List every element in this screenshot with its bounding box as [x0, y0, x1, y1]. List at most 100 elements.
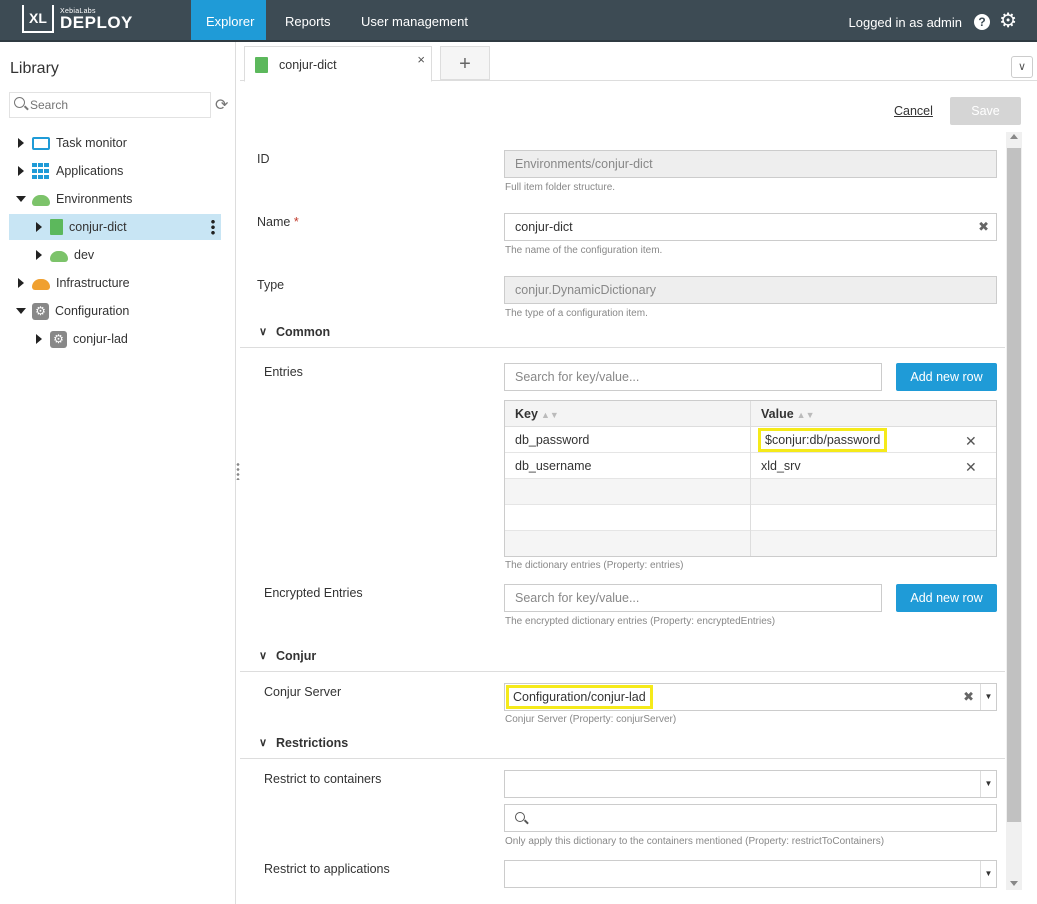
- id-field: Environments/conjur-dict: [504, 150, 997, 178]
- sort-icon: ▲▼: [796, 410, 815, 420]
- entries-help: The dictionary entries (Property: entrie…: [505, 560, 684, 571]
- tree-item-label: Applications: [56, 164, 124, 178]
- name-help: The name of the configuration item.: [505, 245, 663, 256]
- section-restrictions[interactable]: ∨ Restrictions: [240, 733, 1005, 759]
- scroll-thumb[interactable]: [1007, 148, 1021, 822]
- encrypted-entries-label: Encrypted Entries: [264, 586, 363, 600]
- dictionary-icon: [50, 219, 63, 235]
- chevron-down-icon: ∨: [259, 650, 268, 662]
- expand-arrow-icon[interactable]: [18, 278, 24, 288]
- name-field[interactable]: conjur-dict ✖: [504, 213, 997, 241]
- close-icon[interactable]: ×: [417, 52, 425, 67]
- dictionary-icon: [255, 57, 268, 73]
- section-title: Common: [276, 325, 331, 339]
- tree-item-label: Configuration: [55, 304, 130, 318]
- conjur-server-select[interactable]: Configuration/conjur-lad ✖ ▼: [504, 683, 997, 711]
- restrict-containers-label: Restrict to containers: [264, 772, 382, 786]
- gear-icon: ⚙: [50, 330, 67, 348]
- tab-bar: conjur-dict × + ∨: [240, 42, 1037, 82]
- restrict-applications-select[interactable]: ▼: [504, 860, 997, 888]
- section-conjur[interactable]: ∨ Conjur: [240, 646, 1005, 672]
- tab-conjur-dict[interactable]: conjur-dict ×: [244, 46, 432, 82]
- expand-arrow-icon[interactable]: [18, 138, 24, 148]
- restrict-containers-help: Only apply this dictionary to the contai…: [505, 836, 885, 847]
- tree-item-environments[interactable]: Environments: [16, 186, 132, 212]
- collapse-arrow-icon[interactable]: [16, 308, 26, 314]
- nav-user-management[interactable]: User management: [346, 0, 483, 40]
- scroll-down-icon[interactable]: [1010, 881, 1018, 886]
- entry-value-highlighted[interactable]: $conjur:db/password: [755, 428, 890, 452]
- tree-item-conjur-dict[interactable]: conjur-dict: [9, 214, 221, 240]
- tree-item-applications[interactable]: Applications: [18, 158, 123, 184]
- add-entry-row-button[interactable]: Add new row: [896, 363, 997, 391]
- add-encrypted-row-button[interactable]: Add new row: [896, 584, 997, 612]
- tree-item-configuration[interactable]: ⚙ Configuration: [16, 298, 129, 324]
- tab-label: conjur-dict: [279, 58, 337, 72]
- monitor-icon: [32, 136, 50, 150]
- tree-item-dev[interactable]: dev: [36, 242, 94, 268]
- encrypted-entries-search-input[interactable]: Search for key/value...: [504, 584, 882, 612]
- help-icon[interactable]: ?: [974, 14, 990, 30]
- save-button[interactable]: Save: [950, 97, 1021, 125]
- entries-table: Key ▲▼ Value ▲▼ db_password $conjur:db/pas…: [504, 400, 997, 557]
- entries-search-input[interactable]: Search for key/value...: [504, 363, 882, 391]
- logo-mark: XL: [22, 5, 54, 33]
- type-help: The type of a configuration item.: [505, 308, 648, 319]
- dropdown-arrow-icon[interactable]: ▼: [980, 771, 996, 797]
- expand-arrow-icon[interactable]: [18, 166, 24, 176]
- more-options-icon[interactable]: [211, 219, 215, 235]
- type-field: conjur.DynamicDictionary: [504, 276, 997, 304]
- restrict-containers-search[interactable]: [504, 804, 997, 832]
- cancel-link[interactable]: Cancel: [894, 104, 933, 118]
- app-logo[interactable]: XL XebiaLabs DEPLOY: [22, 5, 133, 33]
- nav-explorer[interactable]: Explorer: [191, 0, 266, 40]
- expand-arrow-icon[interactable]: [36, 250, 42, 260]
- refresh-icon[interactable]: ⟳: [215, 95, 228, 115]
- tree-item-task-monitor[interactable]: Task monitor: [18, 130, 127, 156]
- clear-icon[interactable]: ✖: [978, 214, 989, 240]
- tree-item-label: conjur-dict: [69, 220, 127, 234]
- delete-row-icon[interactable]: ✕: [965, 433, 977, 450]
- entry-key[interactable]: db_password: [505, 427, 589, 453]
- column-header-key[interactable]: Key ▲▼: [505, 401, 751, 427]
- search-icon: [14, 97, 25, 108]
- tree-item-infrastructure[interactable]: Infrastructure: [18, 270, 130, 296]
- chevron-down-icon: ∨: [259, 737, 268, 749]
- clear-icon[interactable]: ✖: [963, 684, 974, 710]
- library-search-input[interactable]: [30, 96, 200, 114]
- search-icon: [515, 812, 525, 822]
- section-title: Conjur: [276, 649, 317, 663]
- dropdown-arrow-icon[interactable]: ▼: [980, 861, 996, 887]
- tree-item-label: Task monitor: [56, 136, 127, 150]
- encrypted-entries-help: The encrypted dictionary entries (Proper…: [505, 616, 776, 627]
- entry-value[interactable]: xld_srv: [751, 453, 801, 479]
- section-common[interactable]: ∨ Common: [240, 322, 1005, 348]
- chevron-down-icon[interactable]: ∨: [1011, 56, 1033, 78]
- tree-item-label: dev: [74, 248, 95, 262]
- id-help: Full item folder structure.: [505, 182, 616, 193]
- infrastructure-icon: [32, 279, 50, 290]
- expand-arrow-icon[interactable]: [36, 334, 42, 344]
- collapse-arrow-icon[interactable]: [16, 196, 26, 202]
- required-marker: *: [293, 215, 299, 229]
- sort-icon: ▲▼: [540, 410, 559, 420]
- tree-item-label: Infrastructure: [56, 276, 130, 290]
- expand-arrow-icon[interactable]: [36, 222, 42, 232]
- add-tab-button[interactable]: +: [440, 46, 490, 80]
- conjur-server-value: Configuration/conjur-lad: [506, 685, 653, 709]
- delete-row-icon[interactable]: ✕: [965, 459, 977, 476]
- conjur-server-help: Conjur Server (Property: conjurServer): [505, 714, 677, 725]
- id-label: ID: [257, 152, 270, 166]
- dropdown-arrow-icon[interactable]: ▼: [980, 684, 996, 710]
- library-search[interactable]: [9, 92, 211, 118]
- nav-reports[interactable]: Reports: [270, 0, 346, 40]
- name-value: conjur-dict: [515, 220, 573, 234]
- entry-key[interactable]: db_username: [505, 453, 591, 479]
- section-title: Restrictions: [276, 736, 349, 750]
- scroll-up-icon[interactable]: [1010, 134, 1018, 139]
- form-scrollbar[interactable]: [1006, 132, 1022, 890]
- restrict-containers-select[interactable]: ▼: [504, 770, 997, 798]
- settings-gear-icon[interactable]: ⚙: [999, 11, 1017, 31]
- tree-item-conjur-lad[interactable]: ⚙ conjur-lad: [36, 326, 128, 352]
- column-header-value[interactable]: Value ▲▼: [751, 401, 996, 427]
